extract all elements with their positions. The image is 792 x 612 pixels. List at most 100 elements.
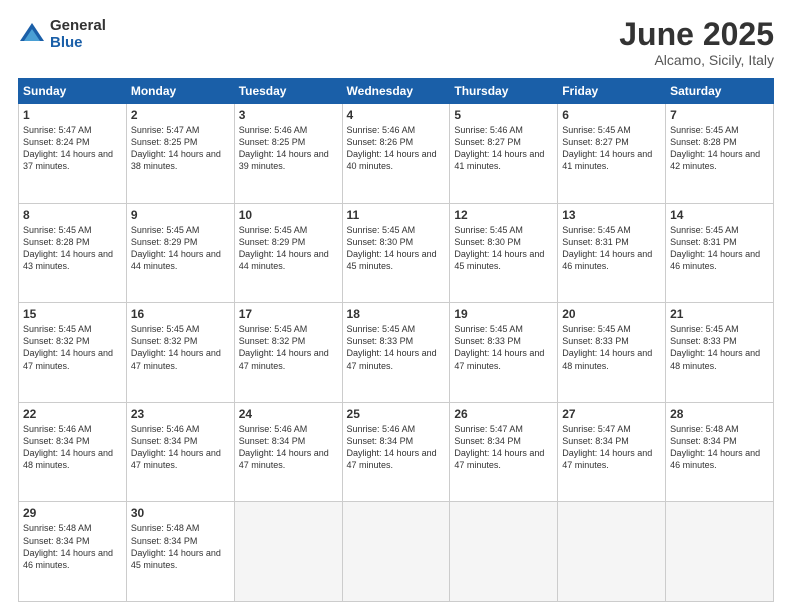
day-number: 29 xyxy=(23,506,122,520)
week-row-2: 8 Sunrise: 5:45 AMSunset: 8:28 PMDayligh… xyxy=(19,203,774,303)
day-info: Sunrise: 5:46 AMSunset: 8:26 PMDaylight:… xyxy=(347,125,437,171)
header-thursday: Thursday xyxy=(450,79,558,104)
day-info: Sunrise: 5:45 AMSunset: 8:31 PMDaylight:… xyxy=(670,225,760,271)
day-info: Sunrise: 5:47 AMSunset: 8:34 PMDaylight:… xyxy=(454,424,544,470)
header-tuesday: Tuesday xyxy=(234,79,342,104)
calendar-cell: 13 Sunrise: 5:45 AMSunset: 8:31 PMDaylig… xyxy=(558,203,666,303)
day-info: Sunrise: 5:45 AMSunset: 8:28 PMDaylight:… xyxy=(670,125,760,171)
calendar-cell: 27 Sunrise: 5:47 AMSunset: 8:34 PMDaylig… xyxy=(558,402,666,502)
day-info: Sunrise: 5:45 AMSunset: 8:30 PMDaylight:… xyxy=(454,225,544,271)
logo: General Blue xyxy=(18,18,106,51)
day-number: 2 xyxy=(131,108,230,122)
week-row-4: 22 Sunrise: 5:46 AMSunset: 8:34 PMDaylig… xyxy=(19,402,774,502)
day-number: 16 xyxy=(131,307,230,321)
day-info: Sunrise: 5:45 AMSunset: 8:29 PMDaylight:… xyxy=(131,225,221,271)
logo-blue: Blue xyxy=(50,35,106,52)
day-number: 3 xyxy=(239,108,338,122)
day-number: 24 xyxy=(239,407,338,421)
week-row-5: 29 Sunrise: 5:48 AMSunset: 8:34 PMDaylig… xyxy=(19,502,774,602)
day-number: 19 xyxy=(454,307,553,321)
calendar-cell xyxy=(450,502,558,602)
header-saturday: Saturday xyxy=(666,79,774,104)
top-section: General Blue June 2025 Alcamo, Sicily, I… xyxy=(18,18,774,68)
calendar-cell: 2 Sunrise: 5:47 AMSunset: 8:25 PMDayligh… xyxy=(126,104,234,204)
day-info: Sunrise: 5:45 AMSunset: 8:32 PMDaylight:… xyxy=(239,324,329,370)
day-info: Sunrise: 5:45 AMSunset: 8:33 PMDaylight:… xyxy=(562,324,652,370)
day-number: 9 xyxy=(131,208,230,222)
logo-text: General Blue xyxy=(50,18,106,51)
calendar-cell: 23 Sunrise: 5:46 AMSunset: 8:34 PMDaylig… xyxy=(126,402,234,502)
day-info: Sunrise: 5:45 AMSunset: 8:33 PMDaylight:… xyxy=(454,324,544,370)
calendar-cell: 17 Sunrise: 5:45 AMSunset: 8:32 PMDaylig… xyxy=(234,303,342,403)
calendar-cell: 26 Sunrise: 5:47 AMSunset: 8:34 PMDaylig… xyxy=(450,402,558,502)
day-number: 25 xyxy=(347,407,446,421)
day-number: 14 xyxy=(670,208,769,222)
calendar-cell: 19 Sunrise: 5:45 AMSunset: 8:33 PMDaylig… xyxy=(450,303,558,403)
calendar-cell: 25 Sunrise: 5:46 AMSunset: 8:34 PMDaylig… xyxy=(342,402,450,502)
location-title: Alcamo, Sicily, Italy xyxy=(619,52,774,68)
day-number: 1 xyxy=(23,108,122,122)
day-info: Sunrise: 5:46 AMSunset: 8:27 PMDaylight:… xyxy=(454,125,544,171)
day-info: Sunrise: 5:45 AMSunset: 8:30 PMDaylight:… xyxy=(347,225,437,271)
day-number: 21 xyxy=(670,307,769,321)
week-row-3: 15 Sunrise: 5:45 AMSunset: 8:32 PMDaylig… xyxy=(19,303,774,403)
header-monday: Monday xyxy=(126,79,234,104)
calendar-cell xyxy=(342,502,450,602)
calendar-cell: 20 Sunrise: 5:45 AMSunset: 8:33 PMDaylig… xyxy=(558,303,666,403)
day-number: 13 xyxy=(562,208,661,222)
day-info: Sunrise: 5:47 AMSunset: 8:34 PMDaylight:… xyxy=(562,424,652,470)
day-number: 22 xyxy=(23,407,122,421)
calendar-cell: 14 Sunrise: 5:45 AMSunset: 8:31 PMDaylig… xyxy=(666,203,774,303)
month-title: June 2025 xyxy=(619,18,774,50)
calendar-cell xyxy=(558,502,666,602)
day-number: 28 xyxy=(670,407,769,421)
day-info: Sunrise: 5:45 AMSunset: 8:31 PMDaylight:… xyxy=(562,225,652,271)
day-info: Sunrise: 5:48 AMSunset: 8:34 PMDaylight:… xyxy=(670,424,760,470)
calendar-cell: 15 Sunrise: 5:45 AMSunset: 8:32 PMDaylig… xyxy=(19,303,127,403)
calendar-table: SundayMondayTuesdayWednesdayThursdayFrid… xyxy=(18,78,774,602)
logo-general: General xyxy=(50,18,106,35)
calendar-cell: 18 Sunrise: 5:45 AMSunset: 8:33 PMDaylig… xyxy=(342,303,450,403)
day-info: Sunrise: 5:45 AMSunset: 8:33 PMDaylight:… xyxy=(347,324,437,370)
day-info: Sunrise: 5:45 AMSunset: 8:33 PMDaylight:… xyxy=(670,324,760,370)
day-number: 11 xyxy=(347,208,446,222)
day-number: 6 xyxy=(562,108,661,122)
calendar-cell: 1 Sunrise: 5:47 AMSunset: 8:24 PMDayligh… xyxy=(19,104,127,204)
day-number: 30 xyxy=(131,506,230,520)
page: General Blue June 2025 Alcamo, Sicily, I… xyxy=(0,0,792,612)
day-info: Sunrise: 5:45 AMSunset: 8:29 PMDaylight:… xyxy=(239,225,329,271)
calendar-cell: 29 Sunrise: 5:48 AMSunset: 8:34 PMDaylig… xyxy=(19,502,127,602)
calendar-cell: 3 Sunrise: 5:46 AMSunset: 8:25 PMDayligh… xyxy=(234,104,342,204)
calendar-cell: 28 Sunrise: 5:48 AMSunset: 8:34 PMDaylig… xyxy=(666,402,774,502)
calendar-cell: 10 Sunrise: 5:45 AMSunset: 8:29 PMDaylig… xyxy=(234,203,342,303)
day-number: 7 xyxy=(670,108,769,122)
calendar-cell: 5 Sunrise: 5:46 AMSunset: 8:27 PMDayligh… xyxy=(450,104,558,204)
day-info: Sunrise: 5:45 AMSunset: 8:28 PMDaylight:… xyxy=(23,225,113,271)
day-info: Sunrise: 5:46 AMSunset: 8:34 PMDaylight:… xyxy=(23,424,113,470)
calendar-cell: 16 Sunrise: 5:45 AMSunset: 8:32 PMDaylig… xyxy=(126,303,234,403)
calendar-cell: 30 Sunrise: 5:48 AMSunset: 8:34 PMDaylig… xyxy=(126,502,234,602)
calendar-cell: 12 Sunrise: 5:45 AMSunset: 8:30 PMDaylig… xyxy=(450,203,558,303)
day-info: Sunrise: 5:45 AMSunset: 8:32 PMDaylight:… xyxy=(131,324,221,370)
day-number: 18 xyxy=(347,307,446,321)
day-info: Sunrise: 5:45 AMSunset: 8:27 PMDaylight:… xyxy=(562,125,652,171)
day-number: 4 xyxy=(347,108,446,122)
day-info: Sunrise: 5:45 AMSunset: 8:32 PMDaylight:… xyxy=(23,324,113,370)
header-wednesday: Wednesday xyxy=(342,79,450,104)
header-friday: Friday xyxy=(558,79,666,104)
day-info: Sunrise: 5:47 AMSunset: 8:24 PMDaylight:… xyxy=(23,125,113,171)
week-row-1: 1 Sunrise: 5:47 AMSunset: 8:24 PMDayligh… xyxy=(19,104,774,204)
calendar-cell: 4 Sunrise: 5:46 AMSunset: 8:26 PMDayligh… xyxy=(342,104,450,204)
calendar-cell xyxy=(666,502,774,602)
day-info: Sunrise: 5:46 AMSunset: 8:34 PMDaylight:… xyxy=(347,424,437,470)
day-info: Sunrise: 5:46 AMSunset: 8:25 PMDaylight:… xyxy=(239,125,329,171)
calendar-cell: 21 Sunrise: 5:45 AMSunset: 8:33 PMDaylig… xyxy=(666,303,774,403)
title-section: June 2025 Alcamo, Sicily, Italy xyxy=(619,18,774,68)
header-sunday: Sunday xyxy=(19,79,127,104)
day-number: 8 xyxy=(23,208,122,222)
day-info: Sunrise: 5:48 AMSunset: 8:34 PMDaylight:… xyxy=(131,523,221,569)
calendar-cell: 7 Sunrise: 5:45 AMSunset: 8:28 PMDayligh… xyxy=(666,104,774,204)
day-info: Sunrise: 5:48 AMSunset: 8:34 PMDaylight:… xyxy=(23,523,113,569)
calendar-cell: 8 Sunrise: 5:45 AMSunset: 8:28 PMDayligh… xyxy=(19,203,127,303)
calendar-cell: 22 Sunrise: 5:46 AMSunset: 8:34 PMDaylig… xyxy=(19,402,127,502)
